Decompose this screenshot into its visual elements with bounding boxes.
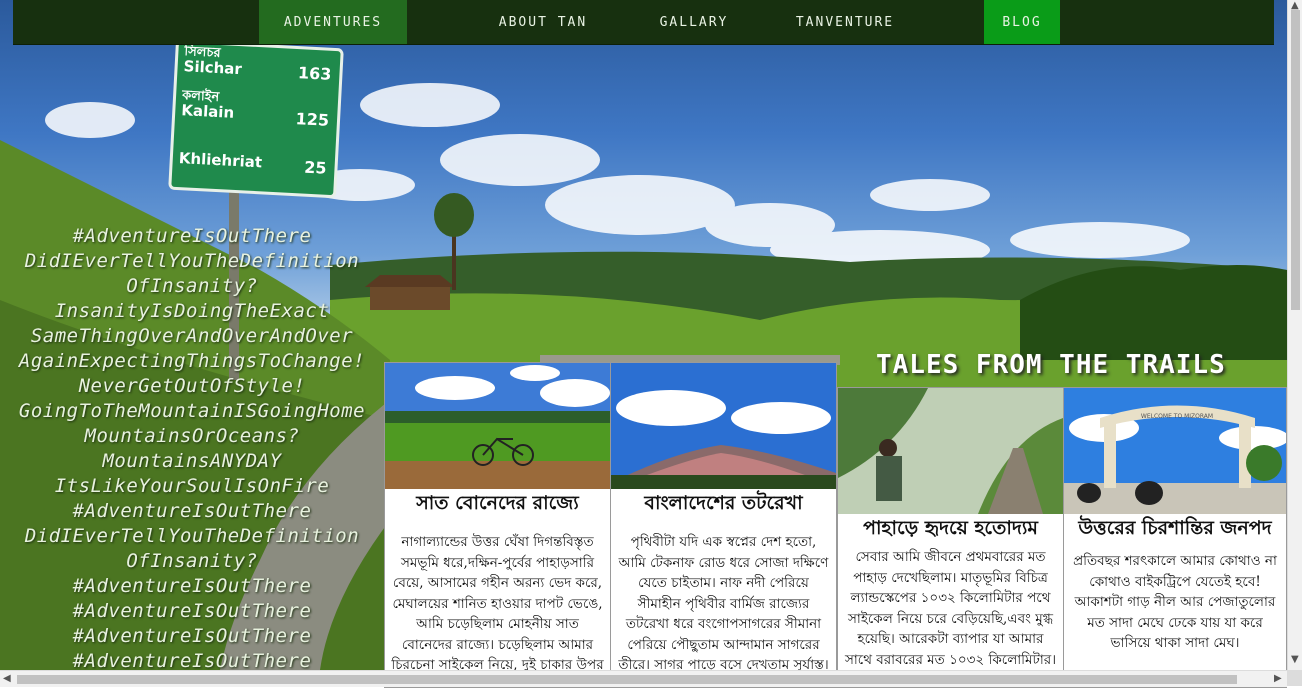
scrollbar-thumb[interactable]	[1291, 10, 1300, 310]
card-excerpt: পৃথিবীটা যদি এক স্বপ্নের দেশ হতো, আমি টে…	[618, 534, 829, 673]
card-thumbnail[interactable]	[385, 363, 610, 489]
card-thumbnail[interactable]	[611, 363, 836, 489]
hashtag: MountainsOrOceans?	[84, 425, 300, 447]
nav-about-tan[interactable]: ABOUT TAN	[473, 0, 613, 44]
hashtag: #AdventureIsOutThere	[72, 600, 312, 622]
card-title[interactable]: বাংলাদেশের তটরেখা	[611, 489, 836, 516]
sign-place: Khliehriat	[178, 149, 263, 172]
scroll-right-arrow-icon[interactable]: ▶	[1274, 673, 1282, 684]
card-title[interactable]: উত্তরের চিরশান্তির জনপদ	[1064, 514, 1286, 541]
sign-distance: 163	[297, 63, 332, 84]
hashtag: #AdventureIsOutThere	[72, 575, 312, 597]
sign-distance: 25	[303, 157, 328, 178]
horizontal-scrollbar[interactable]: ◀ ▶	[0, 670, 1287, 687]
hashtag: OfInsanity?	[126, 550, 258, 572]
hashtag: MountainsANYDAY	[102, 450, 282, 472]
sign-distance: 125	[295, 109, 330, 130]
vertical-scrollbar[interactable]: ▲ ▼	[1287, 0, 1302, 670]
card-excerpt: নাগাল্যান্ডের উত্তর ঘেঁষা দিগন্তবিস্তৃত …	[391, 534, 604, 687]
card-title[interactable]: পাহাড়ে হৃদয়ে হতোদ্যম	[838, 514, 1063, 541]
hashtag: DidIEverTellYouTheDefinition	[24, 525, 360, 547]
arch-text: WELCOME TO MIZORAM	[1141, 413, 1213, 420]
nav-blog[interactable]: BLOG	[984, 0, 1060, 44]
section-title: TALES FROM THE TRAILS	[876, 350, 1226, 380]
scroll-down-arrow-icon[interactable]: ▼	[1291, 654, 1299, 665]
hashtag: ItsLikeYourSoulIsOnFire	[54, 475, 330, 497]
hill-town-image	[611, 363, 836, 489]
blog-card[interactable]: পাহাড়ে হৃদয়ে হতোদ্যম সেবার আমি জীবনে প…	[837, 387, 1064, 688]
hashtag: OfInsanity?	[126, 275, 258, 297]
hashtag: GoingToTheMountainISGoingHome	[18, 400, 366, 422]
card-thumbnail[interactable]: WELCOME TO MIZORAM	[1064, 388, 1286, 514]
bicycle-field-image	[385, 363, 610, 489]
hashtag: #AdventureIsOutThere	[72, 625, 312, 647]
scrollbar-thumb[interactable]	[17, 675, 1237, 684]
sign-place: Kalain	[180, 101, 235, 122]
nav-adventures[interactable]: ADVENTURES	[259, 0, 407, 44]
nav-tanventure[interactable]: TANVENTURE	[775, 0, 915, 44]
welcome-arch-image: WELCOME TO MIZORAM	[1064, 388, 1286, 514]
hashtag: SameThingOverAndOverAndOver	[30, 325, 354, 347]
top-navigation: ADVENTURES ABOUT TAN GALLARY TANVENTURE …	[13, 0, 1274, 45]
card-excerpt: সেবার আমি জীবনে প্রথমবারের মত পাহাড় দেখ…	[844, 549, 1057, 668]
hashtag-list: #AdventureIsOutThere DidIEverTellYouTheD…	[0, 224, 384, 674]
hashtag: NeverGetOutOfStyle!	[78, 375, 306, 397]
card-thumbnail[interactable]	[838, 388, 1063, 514]
nav-gallary[interactable]: GALLARY	[638, 0, 750, 44]
blog-card[interactable]: বাংলাদেশের তটরেখা পৃথিবীটা যদি এক স্বপ্ন…	[610, 362, 837, 688]
hashtag: #AdventureIsOutThere	[72, 225, 312, 247]
scrollbar-corner	[1287, 670, 1302, 686]
card-title[interactable]: সাত বোনেদের রাজ্যে	[385, 489, 610, 516]
blog-card[interactable]: WELCOME TO MIZORAM উত্তরের চিরশান্তির জন…	[1063, 387, 1287, 688]
hashtag: InsanityIsDoingTheExact	[54, 300, 330, 322]
hashtag: AgainExpectingThingsToChange!	[18, 350, 366, 372]
scroll-left-arrow-icon[interactable]: ◀	[3, 673, 11, 684]
hashtag: DidIEverTellYouTheDefinition	[24, 250, 360, 272]
road-sign: সিলচর Silchar 163 কলাইন Kalain 125 Khlie…	[168, 39, 344, 199]
misty-trail-image	[838, 388, 1063, 514]
sign-place: Silchar	[183, 57, 243, 79]
card-excerpt: প্রতিবছর শরৎকালে আমার কোথাও না কোথাও বাই…	[1073, 553, 1277, 651]
hashtag: #AdventureIsOutThere	[72, 500, 312, 522]
blog-card[interactable]: সাত বোনেদের রাজ্যে নাগাল্যান্ডের উত্তর ঘ…	[384, 362, 611, 688]
